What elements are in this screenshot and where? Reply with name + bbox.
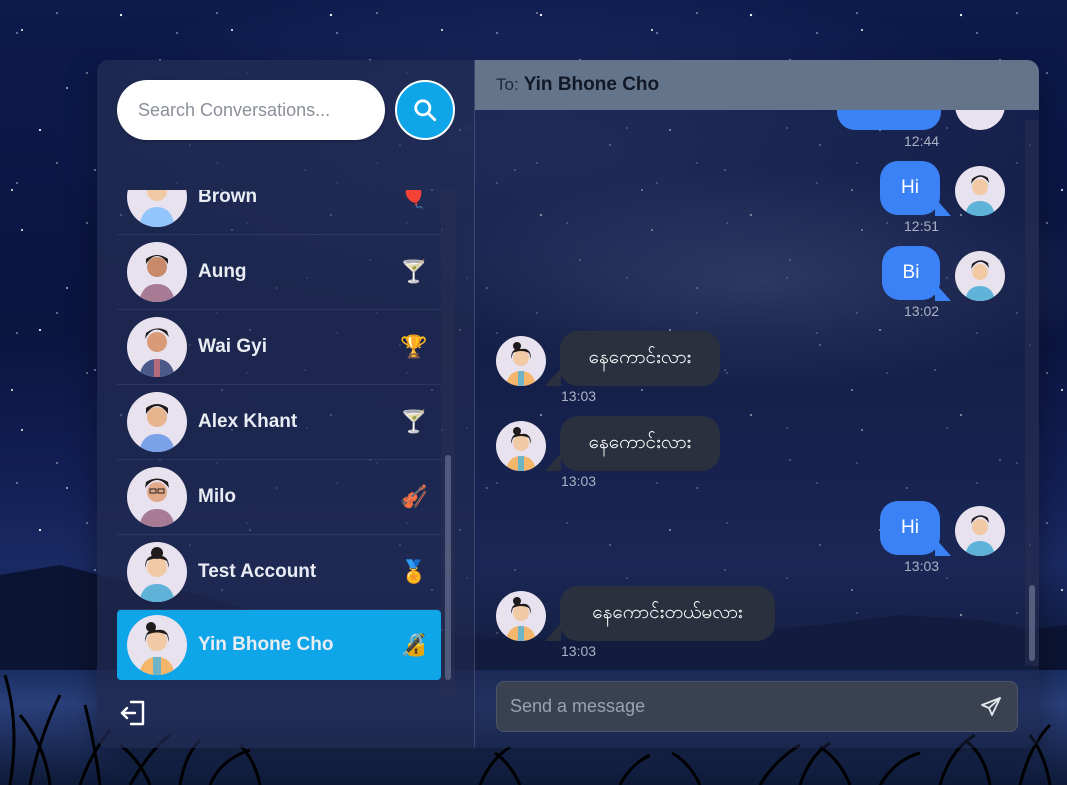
conversation-item[interactable]: Brown 🎈 (117, 190, 441, 235)
avatar (127, 615, 187, 675)
chat-pane: To: Yin Bhone Cho 12:44 Hi 12:51 Bi 13:0… (475, 60, 1039, 748)
recipient-name: Yin Bhone Cho (523, 74, 660, 95)
message-time: 13:03 (561, 643, 597, 659)
conversation-name: Wai Gyi (198, 336, 267, 357)
conversation-name: Aung (198, 261, 247, 282)
bubble-tail (545, 453, 561, 471)
logout-button[interactable] (119, 700, 147, 726)
scrollbar-thumb[interactable] (445, 455, 451, 680)
message-bubble-received: နေကောင်းတယ်မလား (560, 586, 775, 641)
cocktail-icon: 🍸 (400, 259, 428, 284)
avatar (127, 542, 187, 602)
conversation-item-active[interactable]: Yin Bhone Cho 🔏 (117, 610, 441, 680)
message-composer (496, 681, 1018, 732)
logout-icon (120, 700, 145, 726)
scrollbar-thumb[interactable] (1029, 585, 1035, 661)
search-button[interactable] (395, 80, 455, 140)
message-time: 12:44 (904, 133, 940, 149)
avatar (127, 317, 187, 377)
conversation-name: Alex Khant (198, 411, 298, 432)
conversation-name: Test Account (198, 561, 317, 582)
my-avatar (955, 251, 1005, 301)
message-time: 12:51 (904, 218, 940, 234)
chat-header: To: Yin Bhone Cho (475, 60, 1039, 110)
message-list: 12:44 Hi 12:51 Bi 13:02 နေကောင်းလား 13:0… (475, 110, 1025, 670)
send-icon (981, 697, 1001, 716)
contact-avatar (496, 591, 546, 641)
trophy-icon: 🏆 (400, 334, 428, 359)
to-label: To: (496, 75, 519, 94)
message-bubble-received: နေကောင်းလား (560, 331, 720, 386)
cocktail-icon: 🍸 (400, 409, 428, 434)
conversation-item[interactable]: Aung 🍸 (117, 235, 441, 310)
avatar (127, 467, 187, 527)
message-bubble-sent: Hi (880, 501, 940, 555)
message-bubble-sent: Hi (880, 161, 940, 215)
avatar (127, 242, 187, 302)
contact-avatar (496, 421, 546, 471)
contact-avatar (496, 336, 546, 386)
conversation-name: Milo (198, 486, 236, 507)
avatar (127, 190, 187, 227)
search-input[interactable] (138, 99, 368, 121)
my-avatar (955, 110, 1005, 130)
message-time: 13:03 (561, 473, 597, 489)
message-time: 13:02 (904, 303, 940, 319)
conversation-item[interactable]: Alex Khant 🍸 (117, 385, 441, 460)
search-box (117, 80, 385, 140)
conversation-list-scrollbar[interactable] (441, 190, 455, 698)
bubble-tail (545, 368, 561, 386)
search-icon (414, 99, 437, 122)
violin-icon: 🎻 (400, 484, 428, 509)
medal-icon: 🏅 (400, 559, 428, 584)
balloon-icon: 🎈 (400, 190, 428, 209)
sidebar: Brown 🎈 Aung 🍸 Wai Gyi 🏆 (97, 60, 475, 748)
chat-app-panel: Brown 🎈 Aung 🍸 Wai Gyi 🏆 (97, 60, 1039, 748)
message-time: 13:03 (561, 388, 597, 404)
message-bubble-received: နေကောင်းလား (560, 416, 720, 471)
conversation-item[interactable]: Test Account 🏅 (117, 535, 441, 610)
message-bubble-sent: Bi (882, 246, 940, 300)
send-button[interactable] (979, 695, 1003, 719)
lock-with-pen-icon: 🔏 (400, 632, 428, 657)
bubble-tail (545, 623, 561, 641)
my-avatar (955, 506, 1005, 556)
message-list-scrollbar[interactable] (1025, 120, 1039, 666)
avatar (127, 392, 187, 452)
conversation-name: Brown (198, 190, 258, 207)
conversation-name: Yin Bhone Cho (198, 634, 334, 655)
conversation-item[interactable]: Milo 🎻 (117, 460, 441, 535)
message-bubble-sent (837, 110, 941, 130)
conversation-item[interactable]: Wai Gyi 🏆 (117, 310, 441, 385)
message-time: 13:03 (904, 558, 940, 574)
my-avatar (955, 166, 1005, 216)
conversation-list: Brown 🎈 Aung 🍸 Wai Gyi 🏆 Alex Khant 🍸 Mi… (117, 190, 441, 688)
message-input[interactable] (510, 696, 970, 717)
